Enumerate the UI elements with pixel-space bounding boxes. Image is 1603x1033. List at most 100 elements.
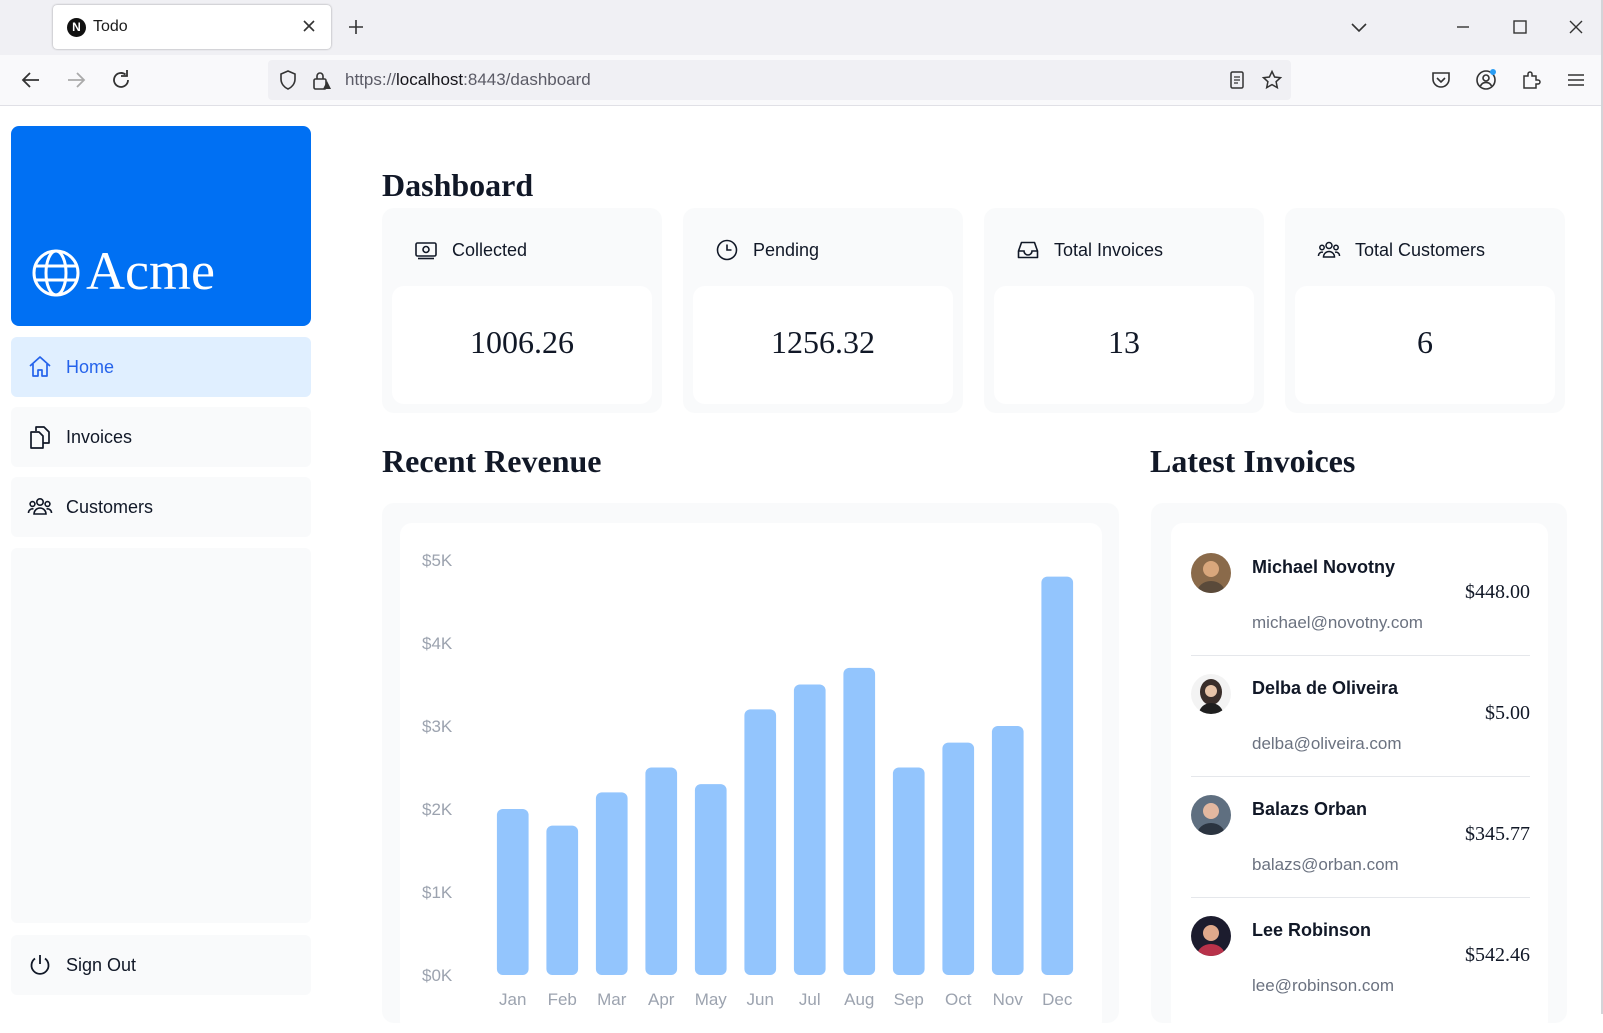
sidebar-item-label: Home — [66, 357, 115, 377]
bookmark-star-icon[interactable] — [1261, 69, 1283, 91]
x-axis-tick-label: Dec — [1042, 990, 1073, 1009]
revenue-bar-aug — [843, 667, 876, 975]
sidebar-spacer — [11, 548, 311, 923]
sign-out-button[interactable]: Sign Out — [11, 935, 311, 995]
card-value-box: 1256.32 — [693, 286, 953, 404]
page-title: Dashboard — [382, 167, 534, 203]
y-axis-tick-label: $2K — [422, 800, 453, 819]
revenue-bar-apr — [645, 767, 678, 975]
address-bar[interactable]: https://localhost:8443/dashboard — [268, 60, 1291, 100]
card-value-box: 1006.26 — [392, 286, 652, 404]
invoice-amount: $5.00 — [1485, 702, 1530, 724]
card-title: Pending — [753, 240, 820, 260]
card-value: 13 — [1108, 324, 1140, 360]
y-axis-tick-label: $1K — [422, 883, 453, 902]
user-group-icon — [27, 498, 53, 515]
shield-icon[interactable] — [277, 69, 299, 91]
acme-logo-link[interactable]: Acme — [11, 126, 311, 326]
list-tabs-chevron-icon[interactable] — [1347, 15, 1371, 39]
invoice-amount: $448.00 — [1465, 581, 1530, 603]
account-icon[interactable] — [1473, 67, 1499, 93]
browser-tab[interactable]: N Todo — [53, 5, 331, 49]
invoice-customer-name: Delba de Oliveira — [1252, 678, 1399, 698]
browser-tab-bar: N Todo — [0, 0, 1603, 55]
x-axis-tick-label: Jul — [799, 990, 821, 1009]
close-tab-icon[interactable] — [299, 16, 319, 36]
user-group-icon — [1317, 241, 1341, 258]
browser-navigation-bar: https://localhost:8443/dashboard — [0, 55, 1603, 106]
invoice-row: Lee Robinson lee@robinson.com $542.46 — [1191, 898, 1530, 1019]
sidebar-item-customers[interactable]: Customers — [11, 477, 311, 537]
power-icon — [30, 955, 50, 975]
revenue-bar-sep — [892, 767, 925, 975]
close-window-icon[interactable] — [1564, 15, 1588, 39]
avatar — [1191, 916, 1231, 956]
revenue-chart-card: $0K $1K $2K $3K $4K $5K Jan Feb Mar Apr May Jun Jul A… — [400, 523, 1102, 1033]
revenue-bar-feb — [546, 825, 579, 975]
url-text[interactable]: https://localhost:8443/dashboard — [345, 70, 591, 90]
card-value: 1256.32 — [771, 324, 875, 360]
x-axis-tick-label: Sep — [894, 990, 924, 1009]
forward-arrow-icon[interactable] — [63, 67, 89, 93]
pocket-icon[interactable] — [1428, 67, 1454, 93]
invoice-customer-email: balazs@orban.com — [1252, 855, 1399, 874]
reader-view-icon[interactable] — [1226, 69, 1248, 91]
extensions-icon[interactable] — [1518, 67, 1544, 93]
globe-icon — [32, 249, 80, 297]
x-axis-tick-label: May — [695, 990, 728, 1009]
x-axis-tick-label: Jun — [747, 990, 774, 1009]
card-value: 6 — [1417, 324, 1433, 360]
sidebar-item-home[interactable]: Home — [11, 337, 311, 397]
invoice-row: Balazs Orban balazs@orban.com $345.77 — [1191, 777, 1530, 898]
document-duplicate-icon — [30, 426, 50, 449]
invoice-customer-name: Michael Novotny — [1252, 557, 1396, 577]
card-value-box: 13 — [994, 286, 1254, 404]
invoice-customer-email: delba@oliveira.com — [1252, 734, 1402, 753]
avatar — [1191, 674, 1231, 714]
invoice-row: Michael Novotny michael@novotny.com $448… — [1191, 535, 1530, 656]
revenue-bar-mar — [595, 792, 628, 975]
invoice-customer-email: lee@robinson.com — [1252, 976, 1394, 995]
revenue-chart-panel: $0K $1K $2K $3K $4K $5K Jan Feb Mar Apr May Jun Jul A… — [382, 503, 1119, 1033]
invoice-customer-name: Lee Robinson — [1252, 920, 1372, 940]
back-arrow-icon[interactable] — [18, 67, 44, 93]
sidebar-item-label: Customers — [66, 497, 154, 517]
lock-warning-icon[interactable] — [310, 69, 332, 91]
sidebar-item-label: Invoices — [66, 427, 133, 447]
inbox-icon — [1017, 241, 1039, 259]
revenue-bar-dec — [1041, 576, 1074, 975]
tab-title: Todo — [93, 18, 128, 35]
new-tab-icon[interactable] — [346, 17, 366, 37]
invoice-row: Delba de Oliveira delba@oliveira.com $5.… — [1191, 656, 1530, 777]
banknotes-icon — [415, 242, 437, 260]
reload-icon[interactable] — [108, 67, 134, 93]
card-total-invoices: Total Invoices 13 — [984, 208, 1264, 413]
latest-invoices-list: Michael Novotny michael@novotny.com $448… — [1171, 523, 1548, 1033]
sign-out-label: Sign Out — [66, 955, 137, 975]
x-axis-tick-label: Feb — [548, 990, 577, 1009]
x-axis-tick-label: Apr — [648, 990, 675, 1009]
card-pending: Pending 1256.32 — [683, 208, 963, 413]
sidebar-item-invoices[interactable]: Invoices — [11, 407, 311, 467]
menu-hamburger-icon[interactable] — [1563, 67, 1589, 93]
invoice-customer-name: Balazs Orban — [1252, 799, 1368, 819]
minimize-window-icon[interactable] — [1451, 15, 1475, 39]
home-icon — [29, 356, 51, 377]
revenue-bar-chart: $0K $1K $2K $3K $4K $5K Jan Feb Mar Apr May Jun Jul A… — [422, 551, 1074, 1009]
x-axis-tick-label: Mar — [597, 990, 627, 1009]
logo-text: Acme — [86, 241, 215, 301]
x-axis-tick-label: Aug — [844, 990, 874, 1009]
card-title: Total Customers — [1355, 240, 1486, 260]
avatar — [1191, 795, 1231, 835]
card-title: Total Invoices — [1054, 240, 1164, 260]
revenue-bar-nov — [991, 726, 1024, 975]
invoice-amount: $542.46 — [1465, 944, 1530, 966]
x-axis-tick-label: Jan — [499, 990, 526, 1009]
y-axis-tick-label: $5K — [422, 551, 453, 570]
x-axis-tick-label: Nov — [993, 990, 1024, 1009]
y-axis-tick-label: $0K — [422, 966, 453, 985]
avatar — [1191, 553, 1231, 593]
card-value-box: 6 — [1295, 286, 1555, 404]
revenue-bar-jul — [793, 684, 826, 975]
maximize-window-icon[interactable] — [1508, 15, 1532, 39]
